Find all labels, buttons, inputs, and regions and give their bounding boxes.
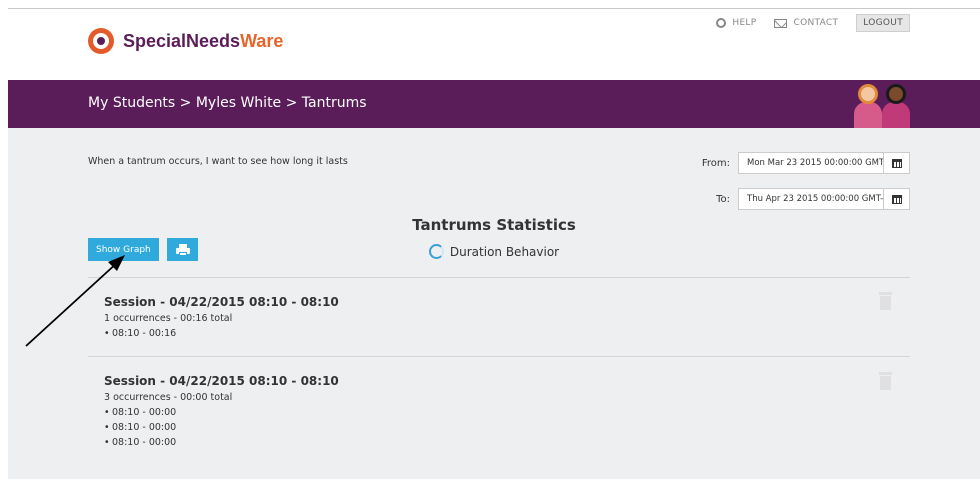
logo-mark-icon bbox=[88, 28, 114, 54]
occurrence-item: 08:10 - 00:00 bbox=[104, 405, 339, 420]
logo-text-part1: SpecialNeeds bbox=[123, 30, 241, 51]
calendar-icon bbox=[891, 158, 902, 168]
from-date-input[interactable] bbox=[739, 153, 883, 173]
session-title: Session - 04/22/2015 08:10 - 08:10 bbox=[104, 295, 339, 309]
session-item: Session - 04/22/2015 08:10 - 08:10 3 occ… bbox=[104, 374, 339, 450]
logout-button[interactable]: LOGOUT bbox=[856, 14, 910, 32]
help-label: HELP bbox=[732, 18, 757, 28]
help-link[interactable]: HELP bbox=[716, 18, 756, 28]
behavior-description: When a tantrum occurs, I want to see how… bbox=[88, 156, 348, 167]
delete-session-button[interactable] bbox=[879, 372, 892, 390]
trash-icon bbox=[879, 292, 892, 295]
session-summary: 1 occurrences - 00:16 total bbox=[104, 313, 233, 324]
section-divider bbox=[88, 356, 910, 357]
to-date-row: To: bbox=[716, 188, 910, 210]
duration-icon bbox=[428, 244, 444, 259]
girl-avatar-icon bbox=[854, 84, 882, 128]
occurrence-list: 08:10 - 00:00 08:10 - 00:00 08:10 - 00:0… bbox=[104, 405, 339, 450]
occurrence-item: 08:10 - 00:00 bbox=[104, 435, 339, 450]
behavior-type-label: Duration Behavior bbox=[449, 244, 560, 259]
occurrence-list: 08:10 - 00:16 bbox=[104, 326, 339, 341]
mail-icon bbox=[774, 18, 788, 28]
breadcrumb: My Students > Myles White > Tantrums bbox=[88, 95, 367, 111]
help-icon bbox=[716, 18, 727, 28]
header-banner: My Students > Myles White > Tantrums bbox=[8, 80, 980, 128]
page: SpecialNeedsWare HELP CONTACT LOGOUT My … bbox=[0, 0, 980, 479]
content-panel: When a tantrum occurs, I want to see how… bbox=[8, 128, 980, 479]
delete-session-button[interactable] bbox=[879, 292, 892, 310]
to-calendar-button[interactable] bbox=[883, 189, 909, 209]
logo-text: SpecialNeedsWare bbox=[123, 31, 283, 52]
show-graph-button[interactable]: Show Graph bbox=[88, 238, 159, 261]
print-button[interactable] bbox=[167, 238, 198, 261]
to-date-field bbox=[738, 188, 910, 210]
print-icon bbox=[175, 243, 190, 256]
contact-link[interactable]: CONTACT bbox=[774, 18, 838, 28]
to-date-input[interactable] bbox=[739, 189, 883, 209]
contact-label: CONTACT bbox=[793, 18, 839, 28]
from-date-field bbox=[738, 152, 910, 174]
logo[interactable]: SpecialNeedsWare bbox=[88, 28, 283, 54]
top-links: HELP CONTACT LOGOUT bbox=[698, 14, 910, 32]
session-title: Session - 04/22/2015 08:10 - 08:10 bbox=[104, 374, 339, 388]
from-date-row: From: bbox=[702, 152, 910, 174]
top-divider bbox=[8, 8, 980, 9]
section-divider bbox=[88, 277, 910, 278]
occurrence-item: 08:10 - 00:16 bbox=[104, 326, 339, 341]
to-label: To: bbox=[716, 193, 730, 205]
session-item: Session - 04/22/2015 08:10 - 08:10 1 occ… bbox=[104, 295, 339, 341]
occurrence-item: 08:10 - 00:00 bbox=[104, 420, 339, 435]
from-calendar-button[interactable] bbox=[883, 153, 909, 173]
stats-title: Tantrums Statistics bbox=[412, 216, 576, 234]
session-summary: 3 occurrences - 00:00 total bbox=[104, 392, 233, 403]
calendar-icon bbox=[891, 194, 902, 204]
boy-avatar-icon bbox=[882, 84, 910, 128]
from-label: From: bbox=[701, 157, 730, 169]
trash-icon bbox=[879, 372, 892, 375]
logo-text-part2: Ware bbox=[240, 30, 284, 51]
